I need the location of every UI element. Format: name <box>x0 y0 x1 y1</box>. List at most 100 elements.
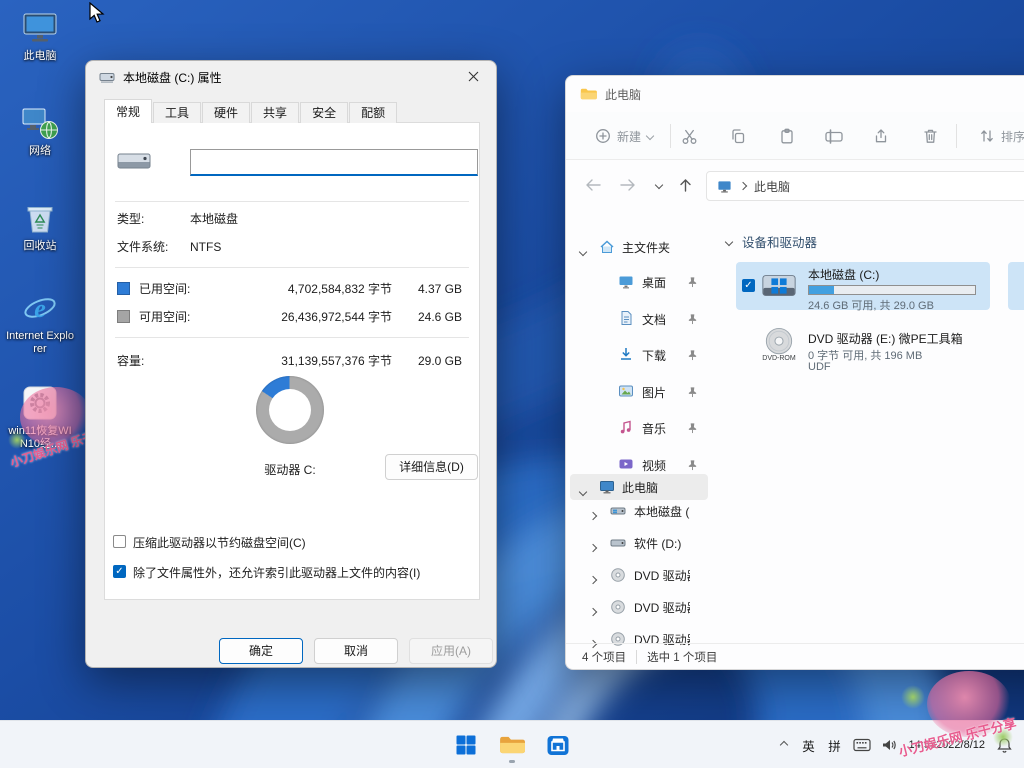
ime-indicator[interactable]: 拼 <box>822 725 848 765</box>
tab-security[interactable]: 安全 <box>300 102 348 123</box>
sort-button[interactable]: 排序 <box>964 120 1024 152</box>
desktop-icon-this-pc[interactable]: 此电脑 <box>6 8 74 63</box>
sidebar-item-downloads[interactable]: 下载 <box>570 342 708 368</box>
tab-general[interactable]: 常规 <box>104 99 152 123</box>
taskbar-clock[interactable]: 14:55 2022/8/12 <box>902 725 992 765</box>
cancel-button[interactable]: 取消 <box>314 638 398 664</box>
sidebar-item-desktop[interactable]: 桌面 <box>570 269 708 295</box>
filesystem-label: 文件系统: <box>117 239 168 255</box>
taskbar-file-explorer-button[interactable] <box>492 725 532 765</box>
address-bar[interactable]: 此电脑 <box>706 171 1024 201</box>
tab-quota[interactable]: 配额 <box>349 102 397 123</box>
divider <box>115 201 469 202</box>
drive-item-dvd-e[interactable]: DVD-ROM DVD 驱动器 (E:) 微PE工具箱 0 字节 可用, 共 1… <box>736 324 990 376</box>
sidebar-item-music[interactable]: 音乐 <box>570 415 708 441</box>
file-explorer-window: 此电脑 新建 <box>565 75 1024 670</box>
details-button[interactable]: 详细信息(D) <box>385 454 478 480</box>
document-icon <box>618 310 634 326</box>
share-button[interactable] <box>863 120 899 152</box>
drive-icon <box>99 69 115 85</box>
taskbar: 英 拼 14:55 2022/8/12 <box>0 720 1024 768</box>
free-space-swatch <box>117 310 130 323</box>
sidebar-item-label: DVD 驱动器 (F <box>634 599 690 616</box>
compress-checkbox-label: 压缩此驱动器以节约磁盘空间(C) <box>133 534 306 551</box>
index-checkbox[interactable]: ✓ <box>113 565 126 578</box>
notification-bell-icon[interactable] <box>992 725 1020 765</box>
sidebar-item-this-pc[interactable]: 此电脑 <box>570 474 708 500</box>
drive-item-partial[interactable] <box>1008 324 1024 376</box>
delete-button[interactable] <box>912 120 948 152</box>
new-button-label: 新建 <box>617 128 641 145</box>
desktop-icon-win11-restore[interactable]: win11恢复WIN10经... <box>6 383 74 451</box>
dialog-title: 本地磁盘 (C:) 属性 <box>123 69 222 86</box>
capacity-bar-fill <box>809 286 834 294</box>
used-space-size: 4.37 GB <box>382 281 462 297</box>
recycle-bin-icon <box>20 198 60 238</box>
pin-icon <box>687 422 698 434</box>
divider <box>115 337 469 338</box>
tab-sharing[interactable]: 共享 <box>251 102 299 123</box>
sidebar-item-dvd-e[interactable]: DVD 驱动器 (E <box>570 562 708 588</box>
group-header-devices-and-drives[interactable]: 设备和驱动器 <box>726 232 817 251</box>
item-count: 4 个项目 <box>582 649 626 665</box>
rename-button[interactable] <box>816 120 852 152</box>
divider <box>115 267 469 268</box>
chevron-right-icon <box>590 572 596 586</box>
type-value: 本地磁盘 <box>190 211 238 227</box>
pin-icon <box>687 313 698 325</box>
language-indicator[interactable]: 英 <box>796 725 822 765</box>
breadcrumb-this-pc[interactable]: 此电脑 <box>754 178 790 195</box>
recent-locations-button[interactable] <box>648 175 670 195</box>
drive-icon <box>610 503 626 519</box>
sidebar-item-dvd-f[interactable]: DVD 驱动器 (F <box>570 594 708 620</box>
volume-label-input[interactable] <box>190 149 478 176</box>
ok-button[interactable]: 确定 <box>219 638 303 664</box>
item-checkbox[interactable]: ✓ <box>742 279 755 292</box>
new-button[interactable]: 新建 <box>582 120 666 152</box>
start-button[interactable] <box>446 725 486 765</box>
chevron-right-icon <box>590 508 596 522</box>
sidebar-item-documents[interactable]: 文档 <box>570 306 708 332</box>
used-space-swatch <box>117 282 130 295</box>
volume-icon[interactable] <box>876 725 902 765</box>
paste-button[interactable] <box>769 120 805 152</box>
hidden-icons-chevron[interactable] <box>772 725 796 765</box>
chevron-down-icon <box>580 244 586 258</box>
sidebar-item-drive-d[interactable]: 软件 (D:) <box>570 530 708 556</box>
pin-icon <box>687 386 698 398</box>
sidebar-item-label: 此电脑 <box>622 479 690 496</box>
up-button[interactable] <box>674 175 696 195</box>
taskbar-store-button[interactable] <box>538 725 578 765</box>
taskbar-center-icons <box>446 721 578 768</box>
forward-button[interactable] <box>616 175 638 195</box>
pin-icon <box>687 276 698 288</box>
drive-item-local-disk-c[interactable]: ✓ 本地磁盘 (C:) 24.6 GB 可用, 共 29.0 GB <box>736 262 990 310</box>
chevron-right-icon <box>590 540 596 554</box>
group-header-label: 设备和驱动器 <box>742 232 817 251</box>
tab-tools[interactable]: 工具 <box>153 102 201 123</box>
command-bar: 新建 排序 <box>566 112 1024 160</box>
cut-button[interactable] <box>671 120 707 152</box>
this-pc-icon <box>717 179 732 194</box>
sidebar-item-pictures[interactable]: 图片 <box>570 379 708 405</box>
tab-hardware[interactable]: 硬件 <box>202 102 250 123</box>
navigation-bar: 此电脑 <box>566 164 1024 206</box>
desktop-icon-label: win11恢复WIN10经... <box>6 425 74 451</box>
drive-item-partial[interactable] <box>1008 262 1024 310</box>
desktop-icon-label: 网络 <box>6 145 74 158</box>
copy-button[interactable] <box>720 120 756 152</box>
back-button[interactable] <box>582 175 604 195</box>
free-space-bytes: 26,436,972,544 字节 <box>222 309 392 325</box>
sort-button-label: 排序 <box>1001 128 1024 145</box>
desktop-icon-recycle-bin[interactable]: 回收站 <box>6 198 74 253</box>
close-button[interactable] <box>451 61 496 92</box>
desktop-icon-internet-explorer[interactable]: e Internet Explorer <box>6 288 74 356</box>
desktop-icon-label: 此电脑 <box>6 50 74 63</box>
desktop-icon-network[interactable]: 网络 <box>6 103 74 158</box>
drive-name: DVD 驱动器 (E:) 微PE工具箱 <box>808 330 963 347</box>
this-pc-icon <box>599 479 615 495</box>
touch-keyboard-icon[interactable] <box>848 725 876 765</box>
compress-checkbox[interactable] <box>113 535 126 548</box>
sidebar-item-home[interactable]: 主文件夹 <box>570 234 708 260</box>
sidebar-item-local-disk-c[interactable]: 本地磁盘 (C:) <box>570 498 708 524</box>
